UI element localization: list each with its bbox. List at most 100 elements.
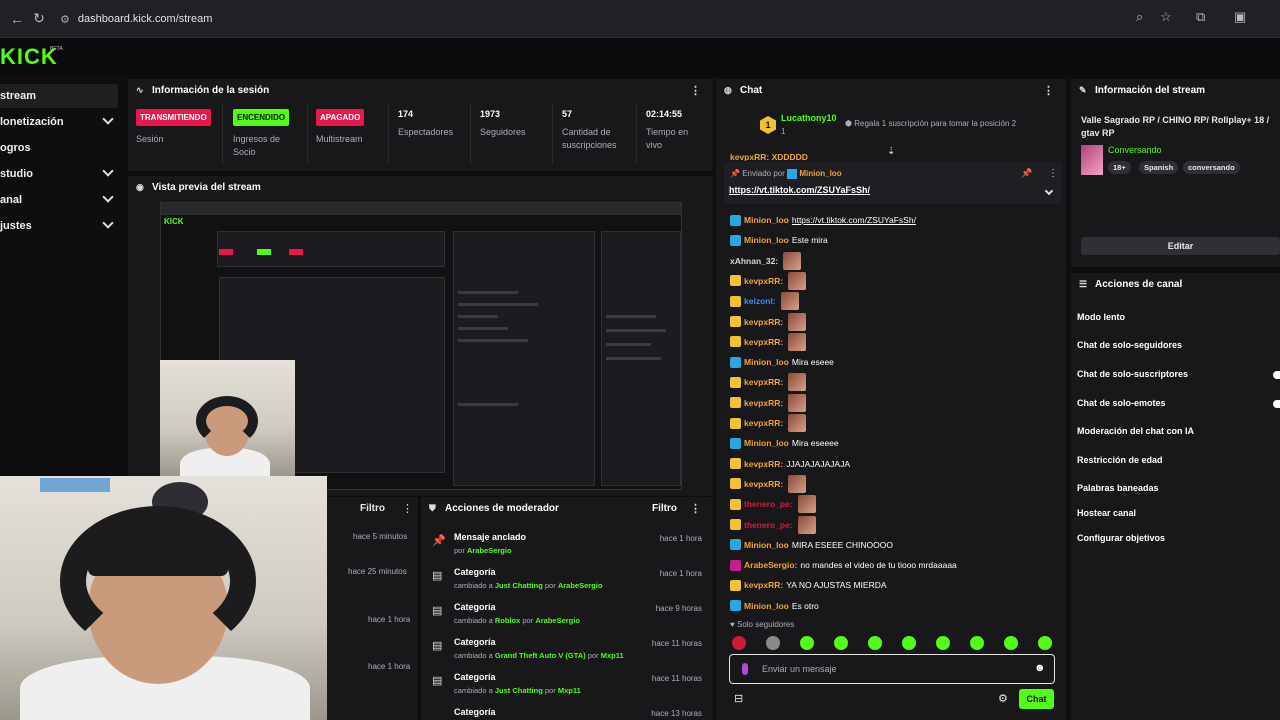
emote[interactable] [732, 636, 746, 650]
emoji-icon[interactable]: ☻ [1034, 662, 1046, 674]
emote[interactable] [766, 636, 780, 650]
chat-username[interactable]: ArabeSergio: [744, 560, 797, 570]
chat-message[interactable]: kevpxRR: [730, 414, 807, 432]
channel-action-age-restriction[interactable]: Restricción de edad [1077, 455, 1163, 465]
mod-filter-button[interactable]: Filtro [652, 503, 677, 514]
channel-action-emotes-only[interactable]: Chat de solo-emotes [1077, 398, 1166, 408]
chat-message[interactable]: Minion_loo Mira eseeee [730, 436, 839, 450]
mod-action-item[interactable]: ▤ Categoría cambiado a Just Chatting por… [430, 563, 708, 598]
zoom-icon[interactable]: ⌕ [1136, 9, 1143, 25]
chat-username[interactable]: kevpxRR: [744, 377, 783, 387]
gift-icon[interactable]: ⊟ [734, 692, 743, 705]
chat-message[interactable]: kevpxRR: [730, 312, 807, 331]
sidepanel-icon[interactable]: ▣ [1234, 9, 1246, 25]
more-icon[interactable]: ⋮ [690, 502, 701, 515]
mod-action-item[interactable]: 📌 Mensaje anclado por ArabeSergio hace 1… [430, 528, 708, 563]
channel-action-banned-words[interactable]: Palabras baneadas [1077, 483, 1159, 493]
more-icon[interactable]: ⋮ [402, 502, 413, 515]
channel-action-goals[interactable]: Configurar objetivos [1077, 533, 1165, 543]
more-icon[interactable]: ⋮ [1048, 168, 1058, 179]
site-settings-icon[interactable]: ⚙ [60, 13, 70, 26]
chat-send-button[interactable]: Chat [1019, 689, 1054, 709]
gifter-name[interactable]: Lucathony10 [781, 113, 837, 123]
chat-message[interactable]: Minion_loo Este mira [730, 233, 828, 247]
chat-message[interactable]: kevpxRR: JJAJAJAJAJAJA [730, 457, 850, 471]
extensions-icon[interactable]: ⧉ [1196, 9, 1205, 25]
category-thumbnail[interactable] [1081, 145, 1103, 175]
emotes-only-toggle[interactable] [1273, 400, 1280, 408]
chat-username[interactable]: thenero_pe: [744, 520, 793, 530]
channel-action-followers-only[interactable]: Chat de solo-seguidores [1077, 340, 1182, 350]
sidebar-item-studio[interactable]: studio [0, 162, 118, 186]
chat-username[interactable]: Minion_loo [744, 235, 789, 245]
chat-username[interactable]: Minion_loo [744, 601, 789, 611]
gear-icon[interactable]: ⚙ [998, 692, 1008, 705]
chat-message[interactable]: kevpxRR: YA NO AJUSTAS MIERDA [730, 578, 887, 592]
address-bar[interactable]: ⚙ dashboard.kick.com/stream [52, 7, 1252, 31]
channel-action-slow-mode[interactable]: Modo lento [1077, 312, 1125, 322]
chat-username[interactable]: kevpxRR: [744, 580, 783, 590]
edit-stream-button[interactable]: Editar [1081, 237, 1280, 255]
chat-username[interactable]: xAhnan_32: [730, 256, 778, 266]
chat-message[interactable]: Minion_loo Mira eseee [730, 355, 834, 369]
activity-filter-button[interactable]: Filtro [360, 503, 385, 514]
channel-action-ai-moderation[interactable]: Moderación del chat con IA [1077, 426, 1194, 436]
chat-username[interactable]: Minion_loo [744, 215, 789, 225]
chat-message[interactable]: kevpxRR: [730, 474, 807, 493]
chat-message[interactable]: Minion_loo https://vt.tiktok.com/ZSUYaFsS… [730, 213, 916, 227]
emote[interactable] [868, 636, 882, 650]
channel-action-host-channel[interactable]: Hostear canal [1077, 508, 1136, 518]
chat-message[interactable]: kevpxRR: [730, 332, 807, 351]
chat-message[interactable]: Minion_loo Es otro [730, 599, 819, 613]
emote[interactable] [936, 636, 950, 650]
emote[interactable] [834, 636, 848, 650]
emote[interactable] [1004, 636, 1018, 650]
emote[interactable] [1038, 636, 1052, 650]
unpin-icon[interactable]: 📌 [1021, 168, 1032, 179]
chat-link[interactable]: https://vt.tiktok.com/ZSUYaFsSh/ [792, 215, 916, 225]
chat-username[interactable]: Minion_loo [744, 540, 789, 550]
emote[interactable] [800, 636, 814, 650]
more-icon[interactable]: ⋮ [1043, 84, 1054, 97]
category-name[interactable]: Conversando [1108, 145, 1162, 155]
chat-message[interactable]: keizonl: [730, 292, 799, 311]
mod-action-item[interactable]: ▤ Categoría cambiado a Roblox por ArabeS… [430, 598, 708, 633]
chat-message[interactable]: ArabeSergio: no mandes el video de tu tio… [730, 558, 957, 572]
subscribers-only-toggle[interactable] [1273, 371, 1280, 379]
mod-action-item[interactable]: Categoría hace 13 horas [430, 703, 708, 720]
chat-message[interactable]: kevpxRR: [730, 393, 807, 412]
chat-username[interactable]: keizonl: [744, 296, 776, 306]
emote[interactable] [970, 636, 984, 650]
chat-username[interactable]: kevpxRR: [744, 418, 783, 428]
chat-message[interactable]: thenero_pe: [730, 495, 816, 514]
more-icon[interactable]: ⋮ [690, 84, 701, 97]
mod-action-item[interactable]: ▤ Categoría cambiado a Just Chatting por… [430, 668, 708, 703]
chat-username[interactable]: kevpxRR: [744, 276, 783, 286]
pinned-message[interactable]: 📌 Enviado por Minion_loo https://vt.tikt… [724, 162, 1062, 204]
back-icon[interactable]: ← [6, 8, 28, 30]
channel-action-subscribers-only[interactable]: Chat de solo-suscriptores [1077, 369, 1188, 379]
chat-message[interactable]: xAhnan_32: [730, 251, 802, 270]
emote[interactable] [902, 636, 916, 650]
star-icon[interactable]: ☆ [1160, 9, 1172, 25]
chat-username[interactable]: thenero_pe: [744, 499, 793, 509]
chat-username[interactable]: Minion_loo [744, 357, 789, 367]
chat-username[interactable]: kevpxRR: [744, 479, 783, 489]
reload-icon[interactable]: ↻ [28, 8, 50, 30]
chat-message[interactable]: thenero_pe: [730, 515, 816, 534]
chat-username[interactable]: kevpxRR: [744, 317, 783, 327]
chat-username[interactable]: kevpxRR: [744, 459, 783, 469]
mod-action-item[interactable]: ▤ Categoría cambiado a Grand Theft Auto … [430, 633, 708, 668]
chat-username[interactable]: Minion_loo [744, 438, 789, 448]
sidebar-item-monetization[interactable]: lonetización [0, 110, 118, 134]
chat-message[interactable]: kevpxRR: [730, 373, 807, 392]
chevron-down-icon[interactable] [1044, 186, 1054, 196]
chat-username[interactable]: kevpxRR: [744, 398, 783, 408]
sidebar-item-channel[interactable]: anal [0, 188, 118, 212]
collapse-icon[interactable]: ⇣ [887, 146, 895, 157]
chat-username[interactable]: kevpxRR: [744, 337, 783, 347]
chat-message[interactable]: Minion_loo MIRA ESEEE CHINOOOO [730, 538, 893, 552]
pinned-link[interactable]: https://vt.tiktok.com/ZSUYaFsSh/ [729, 185, 870, 195]
sidebar-item-achievements[interactable]: ogros [0, 136, 118, 160]
mic-icon[interactable] [742, 663, 748, 675]
